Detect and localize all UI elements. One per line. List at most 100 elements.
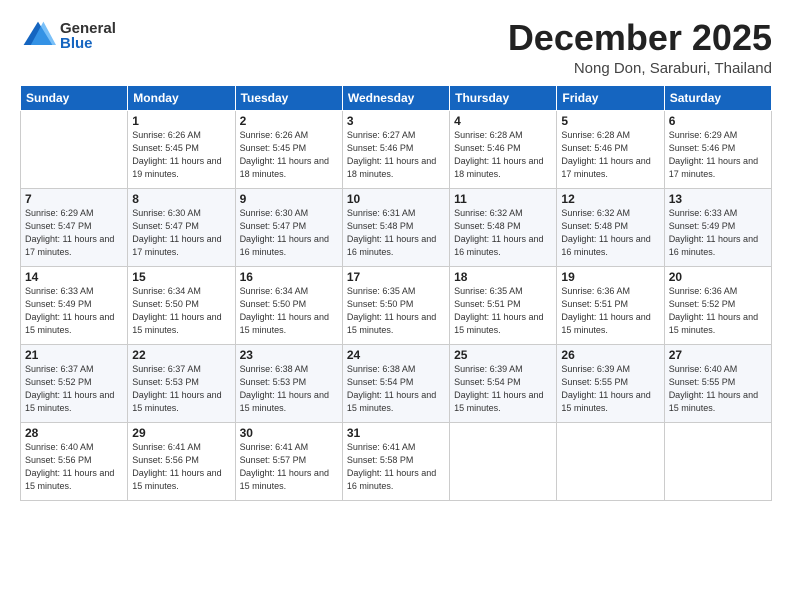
day-info: Sunrise: 6:31 AM Sunset: 5:48 PM Dayligh…: [347, 207, 445, 259]
page: General Blue December 2025 Nong Don, Sar…: [0, 0, 792, 612]
calendar-cell: 18Sunrise: 6:35 AM Sunset: 5:51 PM Dayli…: [450, 266, 557, 344]
calendar-cell: 17Sunrise: 6:35 AM Sunset: 5:50 PM Dayli…: [342, 266, 449, 344]
calendar-cell: 12Sunrise: 6:32 AM Sunset: 5:48 PM Dayli…: [557, 188, 664, 266]
calendar-cell: 8Sunrise: 6:30 AM Sunset: 5:47 PM Daylig…: [128, 188, 235, 266]
logo-general-text: General: [60, 21, 116, 36]
day-info: Sunrise: 6:33 AM Sunset: 5:49 PM Dayligh…: [669, 207, 767, 259]
day-info: Sunrise: 6:37 AM Sunset: 5:52 PM Dayligh…: [25, 363, 123, 415]
location: Nong Don, Saraburi, Thailand: [508, 60, 772, 77]
day-info: Sunrise: 6:38 AM Sunset: 5:53 PM Dayligh…: [240, 363, 338, 415]
calendar-header-tuesday: Tuesday: [235, 85, 342, 110]
day-number: 23: [240, 348, 338, 362]
day-info: Sunrise: 6:33 AM Sunset: 5:49 PM Dayligh…: [25, 285, 123, 337]
day-info: Sunrise: 6:39 AM Sunset: 5:54 PM Dayligh…: [454, 363, 552, 415]
calendar-cell: [664, 422, 771, 500]
logo-blue-text: Blue: [60, 36, 116, 51]
calendar-header-friday: Friday: [557, 85, 664, 110]
calendar-cell: 5Sunrise: 6:28 AM Sunset: 5:46 PM Daylig…: [557, 110, 664, 188]
calendar-cell: 26Sunrise: 6:39 AM Sunset: 5:55 PM Dayli…: [557, 344, 664, 422]
calendar-cell: 2Sunrise: 6:26 AM Sunset: 5:45 PM Daylig…: [235, 110, 342, 188]
day-number: 29: [132, 426, 230, 440]
calendar-cell: [450, 422, 557, 500]
day-number: 8: [132, 192, 230, 206]
day-info: Sunrise: 6:40 AM Sunset: 5:55 PM Dayligh…: [669, 363, 767, 415]
day-number: 25: [454, 348, 552, 362]
day-info: Sunrise: 6:36 AM Sunset: 5:51 PM Dayligh…: [561, 285, 659, 337]
day-number: 20: [669, 270, 767, 284]
day-info: Sunrise: 6:40 AM Sunset: 5:56 PM Dayligh…: [25, 441, 123, 493]
day-number: 30: [240, 426, 338, 440]
day-info: Sunrise: 6:37 AM Sunset: 5:53 PM Dayligh…: [132, 363, 230, 415]
calendar-cell: 21Sunrise: 6:37 AM Sunset: 5:52 PM Dayli…: [21, 344, 128, 422]
day-number: 10: [347, 192, 445, 206]
day-number: 2: [240, 114, 338, 128]
day-number: 14: [25, 270, 123, 284]
calendar-cell: 9Sunrise: 6:30 AM Sunset: 5:47 PM Daylig…: [235, 188, 342, 266]
calendar-cell: 25Sunrise: 6:39 AM Sunset: 5:54 PM Dayli…: [450, 344, 557, 422]
logo-icon: [20, 18, 56, 54]
day-number: 3: [347, 114, 445, 128]
day-info: Sunrise: 6:34 AM Sunset: 5:50 PM Dayligh…: [240, 285, 338, 337]
calendar-cell: 27Sunrise: 6:40 AM Sunset: 5:55 PM Dayli…: [664, 344, 771, 422]
day-info: Sunrise: 6:28 AM Sunset: 5:46 PM Dayligh…: [561, 129, 659, 181]
day-info: Sunrise: 6:29 AM Sunset: 5:47 PM Dayligh…: [25, 207, 123, 259]
calendar: SundayMondayTuesdayWednesdayThursdayFrid…: [20, 85, 772, 501]
day-number: 7: [25, 192, 123, 206]
calendar-cell: 14Sunrise: 6:33 AM Sunset: 5:49 PM Dayli…: [21, 266, 128, 344]
calendar-cell: 15Sunrise: 6:34 AM Sunset: 5:50 PM Dayli…: [128, 266, 235, 344]
calendar-week-row: 1Sunrise: 6:26 AM Sunset: 5:45 PM Daylig…: [21, 110, 772, 188]
day-info: Sunrise: 6:41 AM Sunset: 5:56 PM Dayligh…: [132, 441, 230, 493]
day-info: Sunrise: 6:35 AM Sunset: 5:50 PM Dayligh…: [347, 285, 445, 337]
calendar-header-monday: Monday: [128, 85, 235, 110]
calendar-cell: 4Sunrise: 6:28 AM Sunset: 5:46 PM Daylig…: [450, 110, 557, 188]
calendar-cell: 28Sunrise: 6:40 AM Sunset: 5:56 PM Dayli…: [21, 422, 128, 500]
calendar-cell: [21, 110, 128, 188]
calendar-cell: 1Sunrise: 6:26 AM Sunset: 5:45 PM Daylig…: [128, 110, 235, 188]
calendar-cell: 29Sunrise: 6:41 AM Sunset: 5:56 PM Dayli…: [128, 422, 235, 500]
calendar-week-row: 21Sunrise: 6:37 AM Sunset: 5:52 PM Dayli…: [21, 344, 772, 422]
title-block: December 2025 Nong Don, Saraburi, Thaila…: [508, 18, 772, 77]
day-info: Sunrise: 6:28 AM Sunset: 5:46 PM Dayligh…: [454, 129, 552, 181]
day-info: Sunrise: 6:36 AM Sunset: 5:52 PM Dayligh…: [669, 285, 767, 337]
day-info: Sunrise: 6:41 AM Sunset: 5:57 PM Dayligh…: [240, 441, 338, 493]
calendar-header-row: SundayMondayTuesdayWednesdayThursdayFrid…: [21, 85, 772, 110]
day-number: 28: [25, 426, 123, 440]
day-info: Sunrise: 6:32 AM Sunset: 5:48 PM Dayligh…: [454, 207, 552, 259]
calendar-week-row: 28Sunrise: 6:40 AM Sunset: 5:56 PM Dayli…: [21, 422, 772, 500]
day-number: 24: [347, 348, 445, 362]
day-info: Sunrise: 6:39 AM Sunset: 5:55 PM Dayligh…: [561, 363, 659, 415]
calendar-header-wednesday: Wednesday: [342, 85, 449, 110]
day-info: Sunrise: 6:41 AM Sunset: 5:58 PM Dayligh…: [347, 441, 445, 493]
day-info: Sunrise: 6:30 AM Sunset: 5:47 PM Dayligh…: [132, 207, 230, 259]
calendar-header-saturday: Saturday: [664, 85, 771, 110]
day-number: 4: [454, 114, 552, 128]
day-number: 17: [347, 270, 445, 284]
day-number: 11: [454, 192, 552, 206]
day-number: 9: [240, 192, 338, 206]
day-info: Sunrise: 6:35 AM Sunset: 5:51 PM Dayligh…: [454, 285, 552, 337]
calendar-header-thursday: Thursday: [450, 85, 557, 110]
day-info: Sunrise: 6:30 AM Sunset: 5:47 PM Dayligh…: [240, 207, 338, 259]
month-title: December 2025: [508, 18, 772, 58]
day-number: 26: [561, 348, 659, 362]
day-info: Sunrise: 6:32 AM Sunset: 5:48 PM Dayligh…: [561, 207, 659, 259]
day-number: 22: [132, 348, 230, 362]
calendar-cell: 24Sunrise: 6:38 AM Sunset: 5:54 PM Dayli…: [342, 344, 449, 422]
calendar-cell: 6Sunrise: 6:29 AM Sunset: 5:46 PM Daylig…: [664, 110, 771, 188]
calendar-cell: 11Sunrise: 6:32 AM Sunset: 5:48 PM Dayli…: [450, 188, 557, 266]
calendar-cell: 31Sunrise: 6:41 AM Sunset: 5:58 PM Dayli…: [342, 422, 449, 500]
day-number: 31: [347, 426, 445, 440]
day-number: 12: [561, 192, 659, 206]
calendar-cell: 7Sunrise: 6:29 AM Sunset: 5:47 PM Daylig…: [21, 188, 128, 266]
day-number: 15: [132, 270, 230, 284]
calendar-cell: 22Sunrise: 6:37 AM Sunset: 5:53 PM Dayli…: [128, 344, 235, 422]
day-number: 21: [25, 348, 123, 362]
day-info: Sunrise: 6:34 AM Sunset: 5:50 PM Dayligh…: [132, 285, 230, 337]
day-number: 1: [132, 114, 230, 128]
logo: General Blue: [20, 18, 116, 54]
calendar-cell: 20Sunrise: 6:36 AM Sunset: 5:52 PM Dayli…: [664, 266, 771, 344]
day-info: Sunrise: 6:38 AM Sunset: 5:54 PM Dayligh…: [347, 363, 445, 415]
calendar-cell: 16Sunrise: 6:34 AM Sunset: 5:50 PM Dayli…: [235, 266, 342, 344]
calendar-cell: 3Sunrise: 6:27 AM Sunset: 5:46 PM Daylig…: [342, 110, 449, 188]
day-number: 19: [561, 270, 659, 284]
